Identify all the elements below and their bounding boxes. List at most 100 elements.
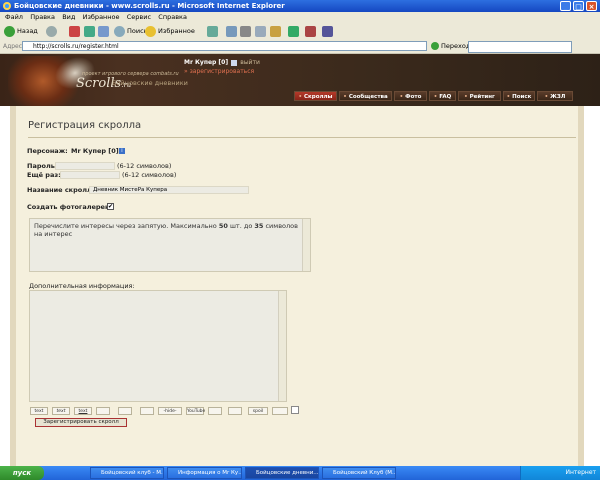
scroll-name-label: Название скролла: xyxy=(27,186,99,194)
research-icon[interactable] xyxy=(305,26,316,37)
star-icon xyxy=(145,25,156,37)
format-spoiler-button[interactable]: spoil xyxy=(248,407,268,415)
task-item[interactable]: Бойцовский Клуб (М... xyxy=(322,467,396,479)
menu-file[interactable]: Файл xyxy=(5,12,23,23)
address-bar: Адрес http://scrolls.ru/register.html Пе… xyxy=(0,40,600,54)
interests-scrollbar[interactable] xyxy=(302,219,310,271)
format-quote-button[interactable] xyxy=(228,407,242,415)
nav-scrolls[interactable]: Скроллы xyxy=(294,91,337,101)
menu-favorites[interactable]: Избранное xyxy=(83,12,120,23)
register-link[interactable]: » зарегистрироваться xyxy=(184,68,254,75)
format-underline-button[interactable]: text xyxy=(74,407,92,415)
format-smile-button[interactable] xyxy=(272,407,288,415)
search-button[interactable]: Поиск xyxy=(114,25,148,38)
gallery-label: Создать фотогалерею: xyxy=(27,203,114,211)
password-label: Пароль: xyxy=(27,162,58,170)
close-button[interactable]: × xyxy=(586,1,597,11)
interests-text-b: шт. до xyxy=(227,222,255,230)
nav-communities[interactable]: Сообщества xyxy=(339,91,392,101)
home-icon[interactable] xyxy=(98,26,109,37)
maximize-button[interactable]: □ xyxy=(573,1,584,11)
format-mail-button[interactable] xyxy=(118,407,132,415)
favorites-button[interactable]: Избранное xyxy=(145,25,195,38)
menu-tools[interactable]: Сервис xyxy=(127,12,151,23)
password-field[interactable] xyxy=(55,162,115,170)
extra-info-textarea[interactable] xyxy=(29,290,287,402)
page-title: Регистрация скролла xyxy=(28,120,142,131)
format-toolbar: text text text -hide- YouTube spoil xyxy=(30,407,300,416)
register-scroll-button[interactable]: Зарегистрировать скролл xyxy=(35,418,127,427)
nav-search[interactable]: Поиск xyxy=(503,91,535,101)
format-photo-button[interactable] xyxy=(208,407,222,415)
format-youtube-button[interactable]: YouTube xyxy=(186,407,205,415)
format-hide-button[interactable]: -hide- xyxy=(158,407,182,415)
user-info: Mr Купер [0] выйти xyxy=(184,59,260,66)
print-icon[interactable] xyxy=(240,26,251,37)
task-item[interactable]: Информация о Mr Ку... xyxy=(167,467,242,479)
title-divider xyxy=(28,137,576,138)
ie-icon xyxy=(3,2,11,10)
gallery-checkbox[interactable]: ✔ xyxy=(107,203,114,210)
user-name[interactable]: Mr Купер [0] xyxy=(184,59,228,66)
messenger-icon[interactable] xyxy=(288,26,299,37)
go-label: Переход xyxy=(441,42,471,50)
discuss-icon[interactable] xyxy=(322,26,333,37)
window-titlebar: Бойцовские дневники - www.scrolls.ru - M… xyxy=(0,0,600,12)
toolbar-search-input[interactable] xyxy=(468,41,572,53)
scroll-name-field[interactable]: Дневник МистеРа Купера xyxy=(89,186,249,194)
format-italic-button[interactable]: text xyxy=(52,407,70,415)
edit-icon[interactable] xyxy=(255,26,266,37)
search-icon xyxy=(114,25,125,37)
minimize-button[interactable]: _ xyxy=(560,1,571,11)
forward-arrow-icon xyxy=(46,25,57,37)
go-arrow-icon xyxy=(431,42,439,50)
forward-button[interactable] xyxy=(46,25,59,38)
menu-edit[interactable]: Правка xyxy=(30,12,55,23)
folder-icon[interactable] xyxy=(270,26,281,37)
extra-info-label: Дополнительная информация: xyxy=(29,282,135,290)
task-item[interactable]: Бойцовский клуб - М... xyxy=(90,467,164,479)
repeat-password-field[interactable] xyxy=(60,171,120,179)
address-input[interactable]: http://scrolls.ru/register.html xyxy=(22,41,427,51)
format-link-button[interactable] xyxy=(140,407,154,415)
character-value: Mr Купер [0] xyxy=(71,147,119,155)
info-icon[interactable]: i xyxy=(119,148,125,154)
logout-link[interactable]: выйти xyxy=(240,59,260,66)
history-icon[interactable] xyxy=(207,26,218,37)
interests-max: 50 xyxy=(218,222,228,230)
taskbar: пуск Бойцовский клуб - М... Информация о… xyxy=(0,466,600,480)
nav-rating[interactable]: Рейтинг xyxy=(458,91,501,101)
address-label: Адрес xyxy=(3,43,23,50)
nav-zhzl[interactable]: ЖЗЛ xyxy=(537,91,573,101)
refresh-icon[interactable] xyxy=(84,26,95,37)
back-button[interactable]: Назад xyxy=(4,25,38,38)
back-label: Назад xyxy=(17,27,38,35)
help-icon[interactable] xyxy=(291,406,299,414)
format-bold-button[interactable]: text xyxy=(30,407,48,415)
interests-textarea[interactable]: Перечислите интересы через запятую. Макс… xyxy=(29,218,311,272)
site-subtitle: Бойцовские дневники xyxy=(112,79,188,87)
go-button[interactable]: Переход xyxy=(431,41,470,52)
content-panel: Регистрация скролла Персонаж: Mr Купер [… xyxy=(10,106,584,466)
format-image-button[interactable] xyxy=(96,407,110,415)
system-tray: Интернет xyxy=(520,466,600,480)
start-button[interactable]: пуск xyxy=(0,466,44,480)
tray-status: Интернет xyxy=(565,469,596,476)
page-viewport: проект игрового сервера combats.ru Scrol… xyxy=(0,54,600,466)
nav-faq[interactable]: FAQ xyxy=(429,91,456,101)
task-item-active[interactable]: Бойцовские дневни... xyxy=(245,467,319,479)
interests-text-a: Перечислите интересы через запятую. Макс… xyxy=(34,222,219,230)
menu-help[interactable]: Справка xyxy=(158,12,187,23)
nav-photo[interactable]: Фото xyxy=(394,91,427,101)
stop-icon[interactable] xyxy=(69,26,80,37)
favorites-label: Избранное xyxy=(158,27,195,35)
back-arrow-icon xyxy=(4,25,15,37)
user-info-icon[interactable] xyxy=(231,59,238,66)
extra-info-scrollbar[interactable] xyxy=(278,291,286,401)
mail-icon[interactable] xyxy=(226,26,237,37)
menu-view[interactable]: Вид xyxy=(62,12,75,23)
character-label: Персонаж: xyxy=(27,147,68,155)
password-hint: (6-12 символов) xyxy=(117,162,172,170)
window-title: Бойцовские дневники - www.scrolls.ru - M… xyxy=(14,2,285,10)
browser-toolbar: Назад Поиск Избранное xyxy=(0,23,600,41)
